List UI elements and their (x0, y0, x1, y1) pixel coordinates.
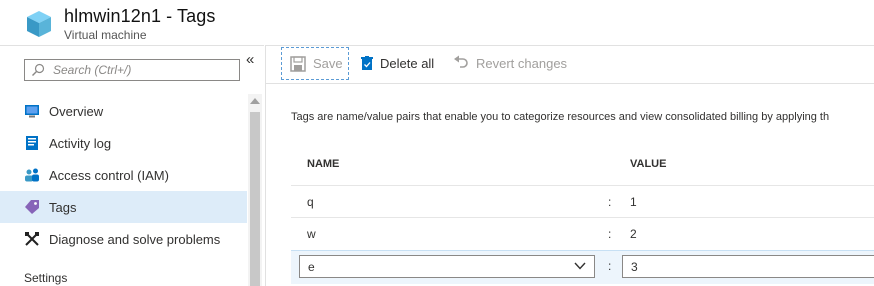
monitor-icon (24, 103, 40, 119)
table-divider (291, 217, 874, 218)
tag-name-cell[interactable]: w (307, 227, 316, 241)
search-icon (32, 63, 45, 76)
tag-separator: : (608, 227, 612, 241)
sidebar-item-label: Overview (49, 103, 104, 119)
undo-icon (453, 55, 469, 71)
delete-icon (361, 56, 373, 70)
sidebar-item-label: Tags (49, 199, 77, 215)
sidebar-item-tags[interactable]: Tags (0, 191, 247, 223)
revert-changes-label: Revert changes (476, 55, 568, 71)
page-subtitle: Virtual machine (64, 28, 147, 42)
page-title: hlmwin12n1 - Tags (64, 6, 216, 26)
tag-separator: : (608, 259, 612, 273)
delete-all-button[interactable]: Delete all (361, 46, 434, 80)
table-divider (291, 185, 874, 186)
tag-value-input[interactable]: 3 (622, 255, 874, 278)
tags-description: Tags are name/value pairs that enable yo… (291, 111, 830, 123)
sidebar-item-overview[interactable]: Overview (0, 95, 247, 127)
search-input[interactable]: Search (Ctrl+/) (24, 59, 240, 81)
search-placeholder: Search (Ctrl+/) (53, 63, 132, 77)
revert-changes-button[interactable]: Revert changes (453, 46, 567, 80)
tag-icon (24, 199, 40, 215)
resource-menu: Search (Ctrl+/) « Overview Activity log … (0, 45, 264, 286)
tag-value-cell[interactable]: 1 (630, 195, 637, 209)
tag-value-text: 3 (631, 260, 638, 274)
tag-value-cell[interactable]: 2 (630, 227, 637, 241)
log-icon (24, 135, 40, 151)
sidebar-item-diagnose[interactable]: Diagnose and solve problems (0, 223, 247, 255)
sidebar-item-label: Access control (IAM) (49, 167, 169, 183)
sidebar-item-label: Diagnose and solve problems (49, 231, 221, 247)
blade-header: hlmwin12n1 - Tags Virtual machine (0, 0, 874, 45)
sidebar-scrollbar-thumb[interactable] (250, 112, 260, 286)
tag-name-dropdown[interactable]: e (299, 255, 595, 278)
sidebar-item-label: Activity log (49, 135, 112, 151)
wrench-icon (24, 231, 40, 247)
column-header-name: NAME (307, 158, 340, 170)
tag-separator: : (608, 195, 612, 209)
save-icon (290, 55, 306, 72)
chevron-down-icon (574, 262, 586, 270)
tag-name-value: e (308, 260, 315, 274)
collapse-menu-button[interactable]: « (246, 51, 254, 68)
tag-name-cell[interactable]: q (307, 195, 314, 209)
column-header-value: VALUE (630, 158, 667, 170)
save-button[interactable]: Save (281, 47, 349, 80)
tags-blade-content: Save Delete all Revert changes Tags are … (265, 45, 874, 286)
sidebar-item-access-control[interactable]: Access control (IAM) (0, 159, 247, 191)
save-label: Save (313, 56, 343, 71)
command-bar: Save Delete all Revert changes (266, 46, 874, 84)
section-heading-settings: Settings (24, 271, 68, 285)
delete-all-label: Delete all (380, 55, 435, 71)
people-icon (24, 167, 40, 183)
scroll-up-arrow-icon[interactable] (250, 98, 260, 104)
sidebar-item-activity-log[interactable]: Activity log (0, 127, 247, 159)
virtual-machine-icon (27, 11, 51, 37)
